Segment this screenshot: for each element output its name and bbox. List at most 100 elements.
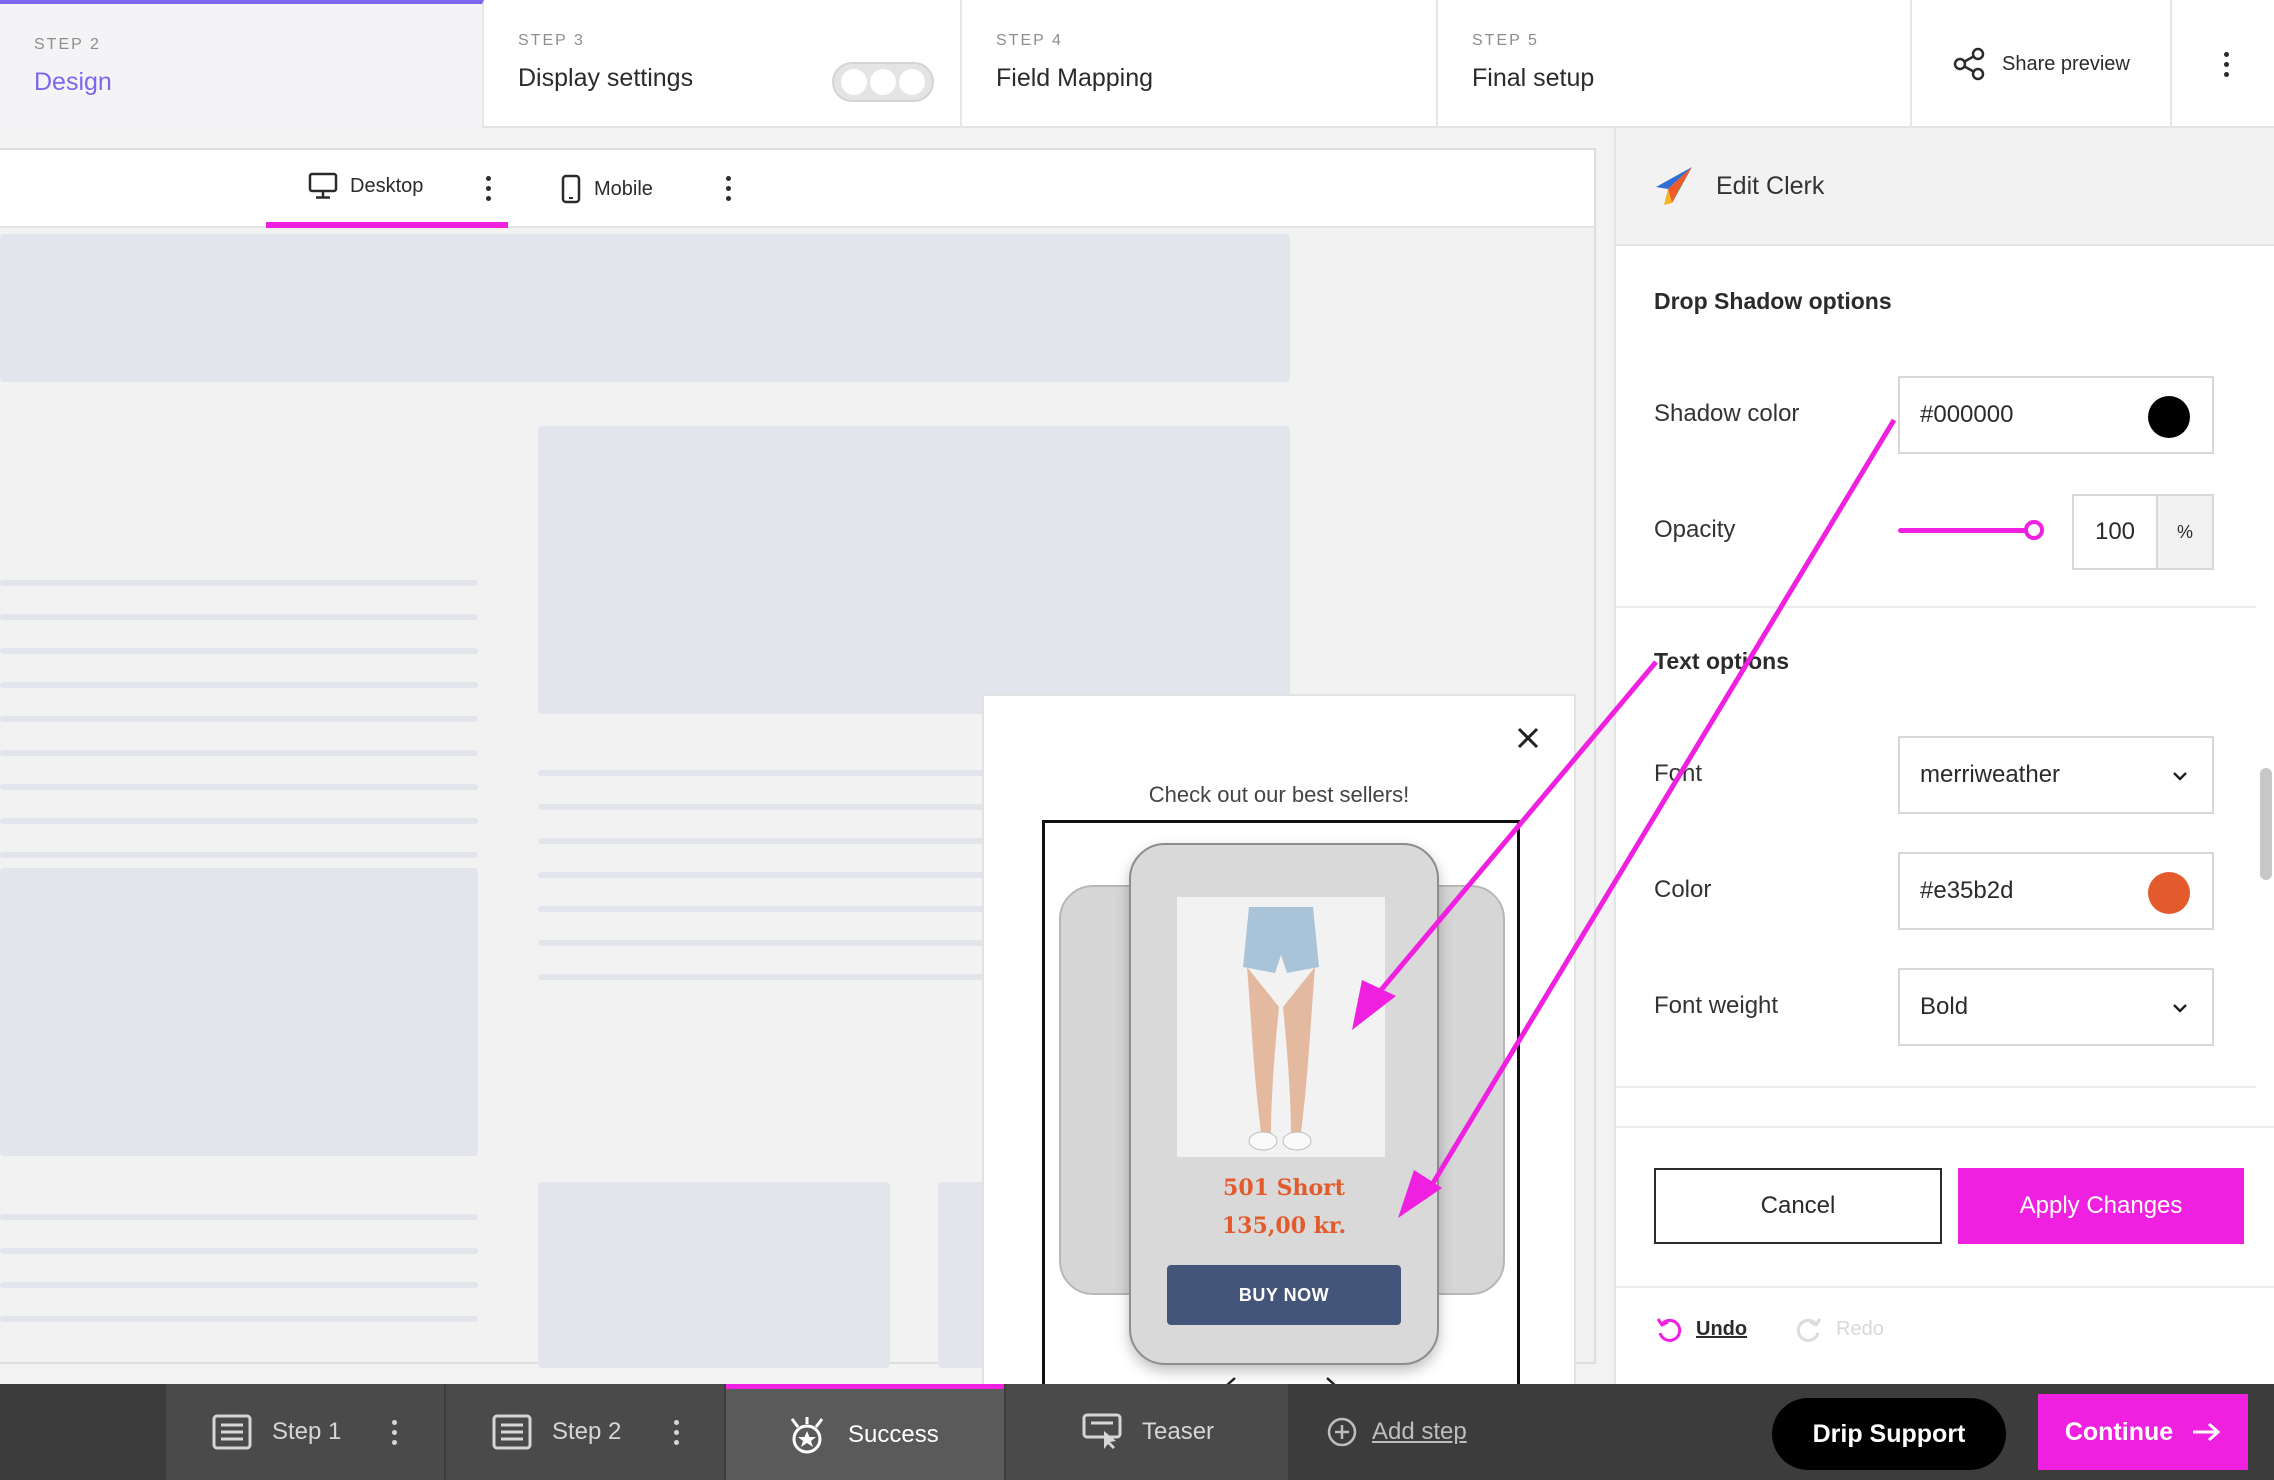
tab-label: Step 2 [552,1418,622,1445]
step-1-options-icon[interactable] [374,1412,414,1452]
skeleton-line [0,682,478,688]
skeleton-line [0,886,478,892]
opacity-slider[interactable] [1898,528,2034,533]
step-title: Final setup [1472,64,1595,92]
shadow-color-swatch[interactable] [2148,396,2190,438]
device-bar: Desktop Mobile [0,150,1594,228]
color-label: Color [1654,876,1712,903]
undo-label: Undo [1696,1317,1748,1340]
continue-button[interactable]: Continue [2038,1394,2248,1470]
form-icon [212,1414,252,1450]
shadow-color-label: Shadow color [1654,400,1800,427]
desktop-options-icon[interactable] [468,168,508,208]
share-icon [1953,47,1985,81]
panel-scrollbar[interactable] [2260,768,2272,880]
redo-icon [1796,1318,1822,1342]
redo-button: Redo [1794,1314,1884,1344]
step-label: STEP 2 [34,36,101,53]
section-divider [1616,606,2256,608]
skeleton-banner [0,234,1290,382]
opacity-unit: % [2156,494,2214,570]
undo-button[interactable]: Undo [1654,1314,1747,1344]
drip-support-button[interactable]: Drip Support [1772,1398,2006,1470]
skeleton-block [0,868,478,1156]
text-color-swatch[interactable] [2148,872,2190,914]
bottom-bar: Step 1 Step 2 Success Teaser Add step Dr… [0,1384,2274,1480]
popup-headline: Check out our best sellers! [1148,782,1410,807]
step-label: STEP 5 [1472,32,1539,49]
step-field-mapping[interactable]: STEP 4 Field Mapping [962,0,1438,128]
skeleton-line [0,716,478,722]
share-label: Share preview [2002,52,2130,75]
buy-now-button[interactable]: BUY NOW [1167,1265,1401,1325]
step-bar: STEP 2 Design STEP 3 Display settings ST… [0,0,2274,128]
opacity-input[interactable]: 100 [2072,494,2158,570]
redo-label: Redo [1836,1317,1884,1340]
cancel-button[interactable]: Cancel [1654,1168,1942,1244]
edit-panel: Edit Clerk Drop Shadow options Shadow co… [1614,128,2274,1384]
font-weight-value: Bold [1920,993,1969,1020]
mobile-icon [561,174,581,204]
product-price: 135,00 kr. [1221,1213,1347,1239]
text-section-title: Text options [1654,648,1790,674]
product-name: 501 Short [1223,1175,1345,1201]
skeleton-line [0,818,478,824]
opacity-slider-handle[interactable] [2024,520,2044,540]
chevron-down-icon [2173,1004,2187,1013]
step-title: Field Mapping [996,64,1154,92]
close-icon[interactable] [1512,722,1544,754]
undo-icon [1656,1318,1682,1342]
display-toggle[interactable] [832,62,934,102]
preview-area: Desktop Mobile Check out our best seller… [0,148,1596,1480]
apply-changes-button[interactable]: Apply Changes [1958,1168,2244,1244]
skeleton-line [126,1282,478,1288]
font-label: Font [1654,760,1703,787]
step-2-options-icon[interactable] [656,1412,696,1452]
shadow-color-value: #000000 [1920,401,2014,428]
text-color-field[interactable]: #e35b2d [1898,852,2214,930]
step-label: STEP 3 [518,32,585,49]
shadow-color-field[interactable]: #000000 [1898,376,2214,454]
skeleton-line [0,580,478,586]
step-final-setup[interactable]: STEP 5 Final setup [1438,0,1912,128]
step-display-settings[interactable]: STEP 3 Display settings [484,0,962,128]
tab-mobile[interactable]: Mobile [560,150,653,228]
tab-success[interactable]: Success [726,1384,1004,1480]
more-menu-icon[interactable] [2206,44,2246,84]
desktop-icon [308,172,338,199]
font-weight-select[interactable]: Bold [1898,968,2214,1046]
tab-teaser[interactable]: Teaser [1006,1384,1288,1480]
skeleton-line [0,852,478,858]
step-title: Design [34,68,112,96]
form-icon [492,1414,532,1450]
product-card: 501 Short 135,00 kr. BUY NOW [1129,843,1439,1365]
success-badge-icon [790,1416,824,1453]
arrow-right-icon [2193,1422,2221,1442]
share-preview-button[interactable]: Share preview [1912,0,2172,128]
skeleton-line [126,1248,478,1254]
continue-label: Continue [2064,1417,2174,1446]
chevron-down-icon [2173,772,2187,781]
step-design[interactable]: STEP 2 Design [0,0,484,128]
plus-circle-icon [1327,1417,1357,1447]
skeleton-block [538,426,1290,714]
product-carousel: 501 Short 135,00 kr. BUY NOW [1042,820,1520,1436]
skeleton-line [0,648,478,654]
footer-divider [1616,1286,2274,1288]
add-step-button[interactable]: Add step [1326,1384,1467,1480]
mobile-options-icon[interactable] [708,168,748,208]
font-weight-label: Font weight [1654,992,1779,1019]
desktop-label: Desktop [350,174,424,197]
skeleton-line [0,784,478,790]
step-label: STEP 4 [996,32,1063,49]
font-select[interactable]: merriweather [1898,736,2214,814]
skeleton-block [538,1182,890,1368]
mobile-label: Mobile [594,177,653,200]
text-color-value: #e35b2d [1920,877,2014,904]
opacity-label: Opacity [1654,516,1736,543]
tab-label: Teaser [1142,1418,1215,1445]
panel-header: Edit Clerk [1616,128,2274,246]
font-value: merriweather [1920,761,2061,788]
skeleton-line [0,614,478,620]
footer-divider [1616,1126,2274,1128]
